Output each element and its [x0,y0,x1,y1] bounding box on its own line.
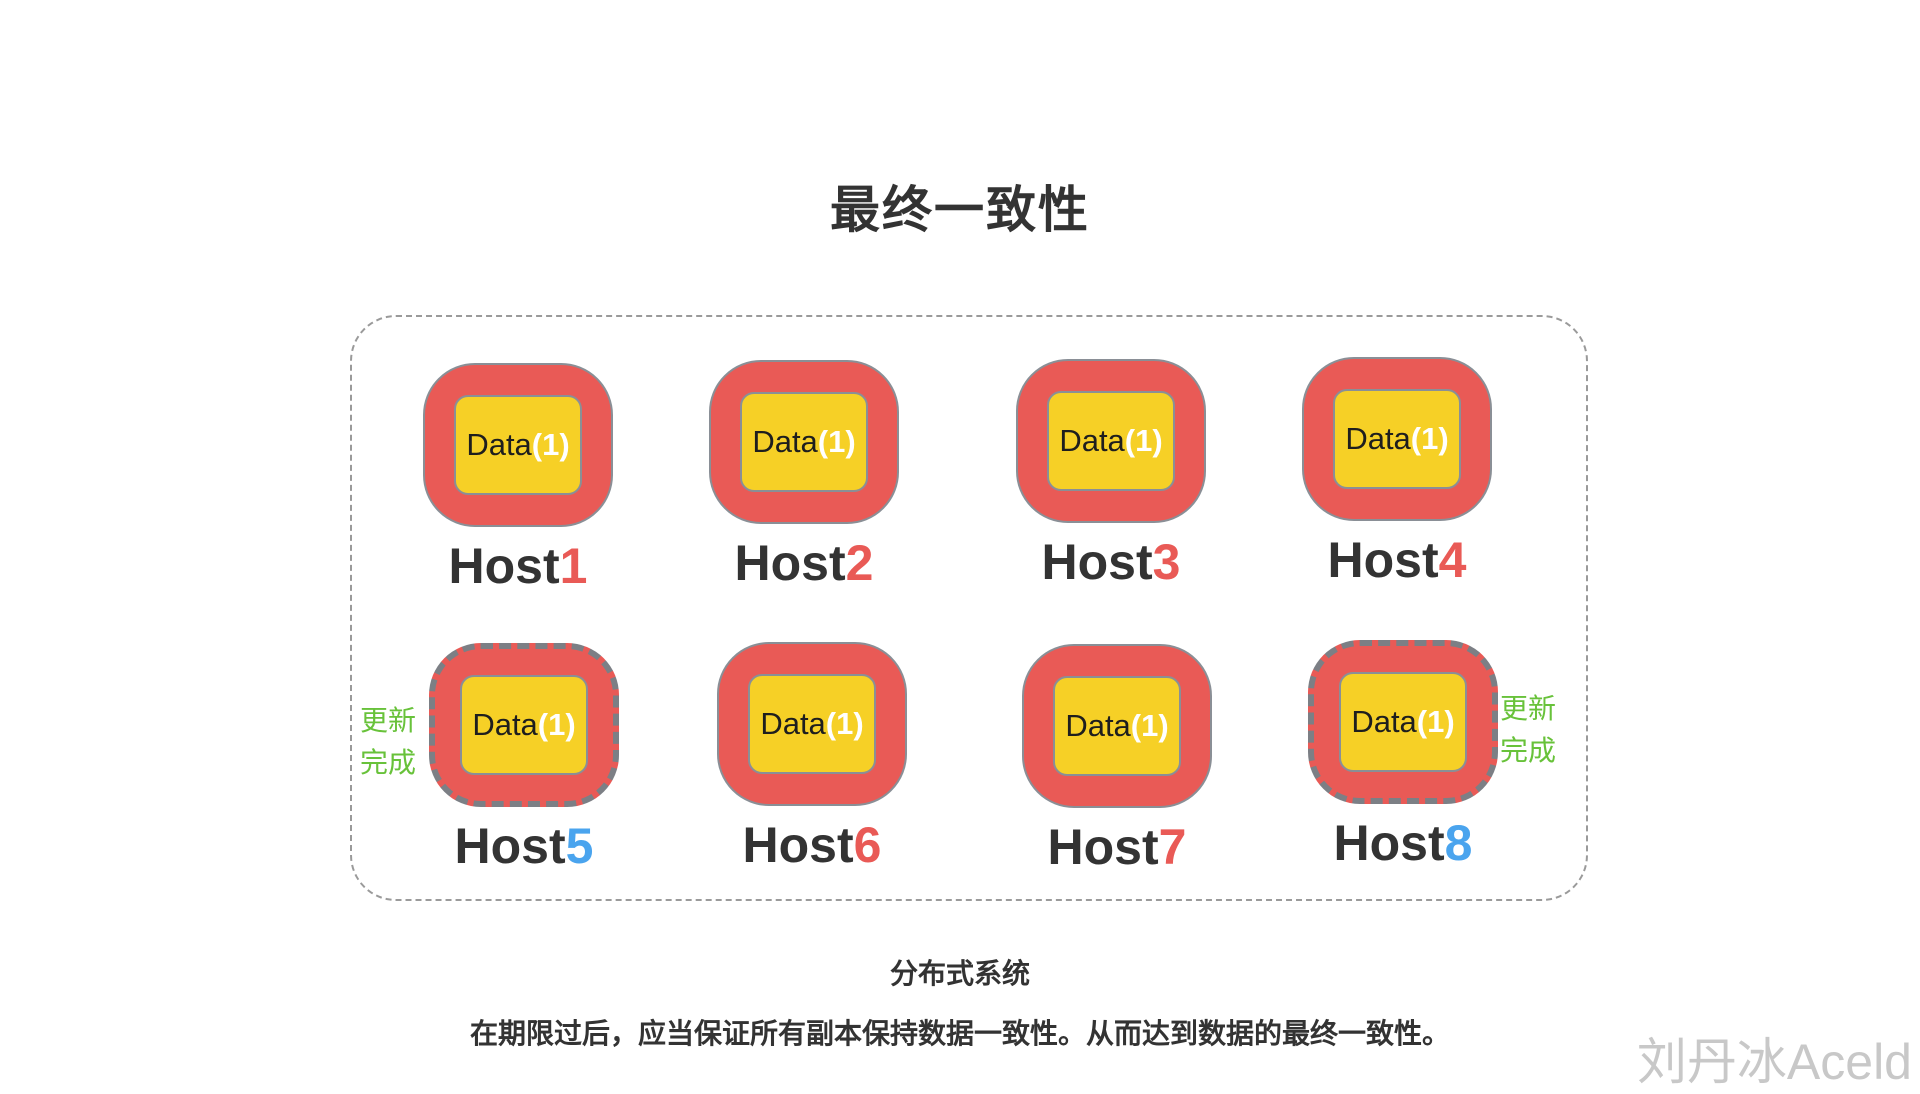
host-number: 1 [559,538,588,594]
data-box: Data (1) [1339,672,1467,772]
host-number: 7 [1158,819,1187,875]
data-version: (1) [1410,421,1449,456]
data-version: (1) [1416,704,1455,739]
data-box: Data (1) [1047,391,1175,491]
host-number: 8 [1444,815,1473,871]
host-label: Host [1047,819,1159,875]
data-version: (1) [531,427,570,462]
host-number: 3 [1152,534,1181,590]
host-number: 6 [853,817,882,873]
host-1: Data (1) Host1 [408,363,628,594]
host-box: Data (1) [709,360,899,524]
system-caption: 分布式系统 [889,957,1030,990]
host-2: Data (1) Host2 [694,360,914,591]
note-line: 更新 [359,704,416,737]
host-box-updated: Data (1) [429,643,619,807]
host-name: Host5 [414,819,634,874]
host-5: Data (1) Host5 [414,643,634,874]
update-complete-note-right: 更新 完成 [1496,688,1560,772]
note-line: 完成 [1499,734,1556,767]
host-box: Data (1) [1302,357,1492,521]
data-box: Data (1) [460,675,588,775]
host-name: Host8 [1293,816,1513,871]
data-label: Data [760,706,826,741]
data-box: Data (1) [748,674,876,774]
host-name: Host6 [702,818,922,873]
note-line: 更新 [1499,692,1556,725]
data-version: (1) [825,706,864,741]
host-name: Host1 [408,539,628,594]
host-label: Host [1041,534,1153,590]
data-version: (1) [817,424,856,459]
host-name: Host4 [1287,533,1507,588]
host-8: Data (1) Host8 [1293,640,1513,871]
host-box: Data (1) [423,363,613,527]
host-label: Host [454,818,566,874]
host-3: Data (1) Host3 [1001,359,1221,590]
host-7: Data (1) Host7 [1007,644,1227,875]
data-box: Data (1) [740,392,868,492]
description-text: 在期限过后，应当保证所有副本保持数据一致性。从而达到数据的最终一致性。 [469,1017,1450,1050]
data-box: Data (1) [1053,676,1181,776]
host-number: 4 [1438,532,1467,588]
diagram-title: 最终一致性 [830,181,1090,239]
update-complete-note-left: 更新 完成 [356,700,420,784]
data-box: Data (1) [1333,389,1461,489]
host-number: 5 [565,818,594,874]
data-version: (1) [537,707,576,742]
data-label: Data [472,707,538,742]
host-4: Data (1) Host4 [1287,357,1507,588]
note-line: 完成 [359,746,416,779]
host-box: Data (1) [1016,359,1206,523]
data-version: (1) [1124,423,1163,458]
host-number: 2 [845,535,874,591]
host-name: Host3 [1001,535,1221,590]
host-6: Data (1) Host6 [702,642,922,873]
data-label: Data [1351,704,1417,739]
host-label: Host [1333,815,1445,871]
host-name: Host2 [694,536,914,591]
data-label: Data [1059,423,1125,458]
distributed-system-boundary: Data (1) Host1 Data (1) Host2 Data (1) Host… [350,315,1588,901]
data-label: Data [1345,421,1411,456]
host-box: Data (1) [1022,644,1212,808]
host-label: Host [1327,532,1439,588]
data-box: Data (1) [454,395,582,495]
host-label: Host [742,817,854,873]
host-label: Host [734,535,846,591]
data-label: Data [466,427,532,462]
data-version: (1) [1130,708,1169,743]
host-box-updated: Data (1) [1308,640,1498,804]
host-name: Host7 [1007,820,1227,875]
host-box: Data (1) [717,642,907,806]
data-label: Data [1065,708,1131,743]
data-label: Data [752,424,818,459]
host-label: Host [448,538,560,594]
watermark: 刘丹冰Aceld [1636,1034,1912,1090]
